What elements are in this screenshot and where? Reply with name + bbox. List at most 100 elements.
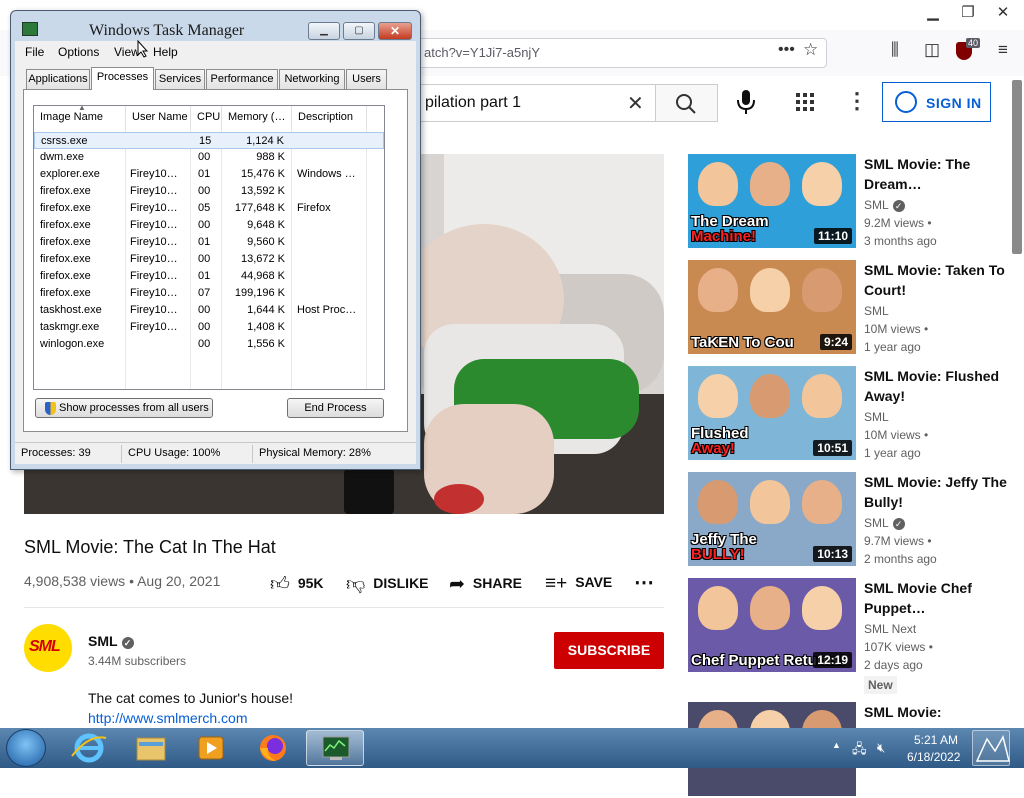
recommended-views: 10M views • xyxy=(864,322,929,336)
more-actions-icon[interactable]: ⋯ xyxy=(634,570,654,595)
media-player-icon[interactable] xyxy=(182,730,240,766)
process-list[interactable]: Image Name User Name CPU Memory (… Descr… xyxy=(33,105,385,390)
col-cpu[interactable]: CPU xyxy=(191,106,222,128)
col-description[interactable]: Description xyxy=(292,106,367,128)
tm-close-button[interactable]: ✕ xyxy=(378,22,412,40)
process-row[interactable]: firefox.exe Firey10… 00 13,672 K xyxy=(34,251,384,268)
windows-explorer-icon[interactable] xyxy=(121,730,179,766)
tm-maximize-button[interactable]: ▢ xyxy=(343,22,375,40)
recommended-video[interactable]: Flushed Away! 10:51 SML Movie: Flushed Away… xyxy=(688,366,1018,462)
video-thumbnail[interactable]: Chef Puppet Returns! 12:19 xyxy=(688,578,856,672)
end-process-button[interactable]: End Process xyxy=(287,398,384,418)
video-thumbnail[interactable]: Jeffy The BULLY! 10:13 xyxy=(688,472,856,566)
recommended-title[interactable]: SML Movie: Jeffy The Bully! xyxy=(864,472,1014,512)
recommended-title[interactable]: SML Movie: xyxy=(864,702,1014,722)
firefox-icon[interactable] xyxy=(244,730,302,766)
process-row[interactable]: dwm.exe 00 988 K xyxy=(34,149,384,166)
recommended-age: 2 days ago xyxy=(864,658,923,672)
restore-icon[interactable]: ❐ xyxy=(955,2,981,24)
bookmark-star-icon[interactable]: ☆ xyxy=(803,40,818,60)
process-row[interactable]: taskhost.exe Firey10… 00 1,644 K Host Proc… xyxy=(34,302,384,319)
process-row[interactable]: firefox.exe Firey10… 00 13,592 K xyxy=(34,183,384,200)
col-memory[interactable]: Memory (… xyxy=(222,106,292,128)
scrollbar-thumb[interactable] xyxy=(1012,80,1022,254)
process-row[interactable]: csrss.exe 15 1,124 K xyxy=(34,132,384,149)
tab-performance[interactable]: Performance xyxy=(206,69,278,89)
subscribe-button[interactable]: SUBSCRIBE xyxy=(554,632,664,669)
volume-muted-icon[interactable]: 🔇︎ xyxy=(877,740,885,756)
recommended-video[interactable]: Chef Puppet Returns! 12:19 SML Movie Chef … xyxy=(688,578,1018,694)
col-user-name[interactable]: User Name xyxy=(126,106,191,128)
share-button[interactable]: ➦ SHARE xyxy=(449,573,522,596)
apps-grid-icon[interactable] xyxy=(795,92,815,112)
clock-time[interactable]: 5:21 AM xyxy=(914,733,958,747)
microphone-icon[interactable] xyxy=(733,88,759,116)
video-thumbnail[interactable]: Flushed Away! 10:51 xyxy=(688,366,856,460)
task-manager-icon[interactable] xyxy=(306,730,364,766)
internet-explorer-icon[interactable] xyxy=(60,730,118,766)
menu-help[interactable]: Help xyxy=(153,45,178,59)
recommended-video[interactable]: The Dream Machine! 11:10 SML Movie: The Dre… xyxy=(688,154,1018,250)
settings-dots-icon[interactable]: ⋮ xyxy=(846,88,868,114)
recommended-title[interactable]: SML Movie: Taken To Court! xyxy=(864,260,1014,300)
video-thumbnail[interactable]: The Dream Machine! 11:10 xyxy=(688,154,856,248)
dislike-button[interactable]: 👎︎ DISLIKE xyxy=(346,573,429,596)
minimize-icon[interactable]: ▁ xyxy=(920,2,946,24)
search-query[interactable]: pilation part 1 xyxy=(425,94,521,112)
process-cpu: 00 xyxy=(198,219,211,231)
url-text[interactable]: atch?v=Y1Ji7-a5njY xyxy=(424,45,540,60)
process-row[interactable]: firefox.exe Firey10… 01 9,560 K xyxy=(34,234,384,251)
recommended-channel[interactable]: SML Next xyxy=(864,622,916,636)
page-actions-icon[interactable]: ••• xyxy=(778,41,795,59)
share-icon: ➦ xyxy=(449,574,465,595)
tab-services[interactable]: Services xyxy=(155,69,205,89)
description-link[interactable]: http://www.smlmerch.com xyxy=(88,710,247,726)
process-row[interactable]: taskmgr.exe Firey10… 00 1,408 K xyxy=(34,319,384,336)
like-button[interactable]: 👍︎ 95K xyxy=(270,573,324,596)
search-button[interactable] xyxy=(655,84,718,122)
menu-file[interactable]: File xyxy=(25,45,44,59)
thumbnail-character xyxy=(750,374,790,418)
recommended-channel[interactable]: SML ✓ xyxy=(864,198,905,212)
menu-view[interactable]: View xyxy=(114,45,140,59)
tab-applications[interactable]: Applications xyxy=(26,69,90,89)
clear-search-icon[interactable]: ✕ xyxy=(627,91,644,116)
menu-options[interactable]: Options xyxy=(58,45,99,59)
url-bar[interactable]: atch?v=Y1Ji7-a5njY ••• ☆ xyxy=(405,38,827,68)
save-button[interactable]: ≡+ SAVE xyxy=(545,573,612,595)
recommended-channel[interactable]: SML xyxy=(864,304,889,318)
clock-date[interactable]: 6/18/2022 xyxy=(907,750,960,764)
tab-users[interactable]: Users xyxy=(346,69,387,89)
start-orb-icon[interactable] xyxy=(6,729,46,767)
menu-icon[interactable]: ≡ xyxy=(998,40,1008,60)
video-thumbnail[interactable]: TaKEN To Cou 9:24 xyxy=(688,260,856,354)
recommended-title[interactable]: SML Movie: Flushed Away! xyxy=(864,366,1014,406)
channel-name[interactable]: SML ✓ xyxy=(88,633,134,649)
channel-avatar[interactable]: SML xyxy=(24,624,72,672)
playlist-add-icon: ≡+ xyxy=(545,573,568,594)
tray-expand-icon[interactable]: ▲ xyxy=(832,740,841,750)
show-all-processes-button[interactable]: Show processes from all users xyxy=(35,398,213,418)
tab-processes[interactable]: Processes xyxy=(91,67,154,90)
recommended-video[interactable]: Jeffy The BULLY! 10:13 SML Movie: Jeffy The… xyxy=(688,472,1018,568)
recommended-title[interactable]: SML Movie Chef Puppet… xyxy=(864,578,1014,618)
search-input[interactable]: pilation part 1 ✕ xyxy=(408,84,655,122)
process-row[interactable]: firefox.exe Firey10… 00 9,648 K xyxy=(34,217,384,234)
process-row[interactable]: firefox.exe Firey10… 07 199,196 K xyxy=(34,285,384,302)
sidebar-icon[interactable]: ◫ xyxy=(924,40,940,60)
sign-in-button[interactable]: SIGN IN xyxy=(882,82,991,122)
process-row[interactable]: firefox.exe Firey10… 01 44,968 K xyxy=(34,268,384,285)
library-icon[interactable]: ⫼ xyxy=(891,40,899,60)
network-icon[interactable]: 🖧 xyxy=(852,740,867,762)
process-row[interactable]: winlogon.exe 00 1,556 K xyxy=(34,336,384,353)
recommended-video[interactable]: TaKEN To Cou 9:24 SML Movie: Taken To Cour… xyxy=(688,260,1018,356)
tm-minimize-button[interactable]: ▁ xyxy=(308,22,340,40)
close-icon[interactable]: ✕ xyxy=(990,2,1016,24)
process-row[interactable]: firefox.exe Firey10… 05 177,648 K Firefox xyxy=(34,200,384,217)
tab-networking[interactable]: Networking xyxy=(279,69,345,89)
recommended-channel[interactable]: SML xyxy=(864,410,889,424)
process-row[interactable]: explorer.exe Firey10… 01 15,476 K Windows … xyxy=(34,166,384,183)
recommended-channel[interactable]: SML ✓ xyxy=(864,516,905,530)
show-desktop-button[interactable] xyxy=(972,730,1010,766)
recommended-title[interactable]: SML Movie: The Dream… xyxy=(864,154,1014,194)
